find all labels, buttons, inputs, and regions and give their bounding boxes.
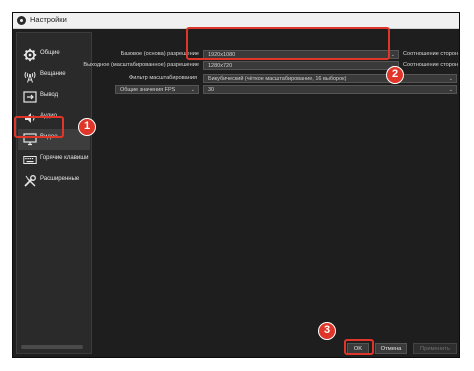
sidebar-item-label: Вывод [40,92,59,98]
obs-logo-icon [17,16,26,25]
video-settings-panel: Базовое (основа) разрешение 1920x1080 ⌄ … [83,32,471,332]
broadcast-antenna-icon [24,71,36,83]
output-resolution-value: 1280x720 [208,63,233,69]
downscale-filter-value: Бикубический (чёткое масштабирование, 16… [208,76,347,82]
gear-icon [23,48,37,62]
aspect-ratio-value: 16:9 [459,62,471,68]
callout-badge-3: 3 [318,322,336,340]
sidebar-item-label: Горячие клавиши [40,155,89,161]
output-arrow-icon [23,91,37,103]
downscale-filter-combo[interactable]: Бикубический (чёткое масштабирование, 16… [203,74,457,83]
chevron-down-icon: ⌄ [448,87,453,93]
sidebar-item-label: Расширенные [40,176,80,182]
fps-value-combo[interactable]: 30 ⌄ [203,85,457,94]
sidebar-item-general[interactable]: Общие [18,45,90,66]
apply-button[interactable]: Применить [413,343,457,354]
sidebar-item-advanced[interactable]: Расширенные [18,171,90,192]
settings-sidebar: Общие Вещание Вывод Аудио Видео Горячие … [16,32,92,354]
settings-window: Настройки Общие Вещание Вывод Аудио Виде… [12,12,471,358]
sidebar-item-stream[interactable]: Вещание [18,66,90,87]
output-aspect-ratio: Соотношение сторон 16:9 [403,62,471,68]
fps-value: 30 [208,87,215,93]
chevron-down-icon: ⌄ [448,76,453,82]
chevron-down-icon: ⌄ [390,52,395,58]
sidebar-item-label: Вещание [40,71,66,77]
callout-box-ok [344,339,374,355]
output-resolution-combo[interactable]: 1280x720 ⌄ [203,61,399,70]
fps-type-value: Общие значения FPS [120,87,176,93]
sidebar-item-hotkeys[interactable]: Горячие клавиши [18,150,90,171]
keyboard-icon [23,156,37,164]
aspect-ratio-label: Соотношение сторон [403,51,459,57]
base-aspect-ratio: Соотношение сторон 16:9 [403,51,471,57]
fps-type-combo[interactable]: Общие значения FPS ⌄ [115,85,199,94]
window-title: Настройки [30,15,67,24]
sidebar-scrollbar[interactable] [21,345,83,349]
callout-badge-2: 2 [386,66,404,84]
chevron-down-icon: ⌄ [190,87,195,93]
callout-box-resolutions [186,27,390,60]
sidebar-item-output[interactable]: Вывод [18,87,90,108]
callout-badge-1: 1 [78,118,96,136]
output-resolution-label: Выходное (масштабированное) разрешение [83,62,199,68]
wrench-screwdriver-icon [24,175,36,187]
cancel-button[interactable]: Отмена [375,343,407,354]
aspect-ratio-label: Соотношение сторон [403,62,459,68]
aspect-ratio-value: 16:9 [459,51,471,57]
sidebar-item-label: Общие [40,50,60,56]
callout-box-video [14,116,64,138]
downscale-filter-label: Фильтр масштабирования [128,75,197,81]
